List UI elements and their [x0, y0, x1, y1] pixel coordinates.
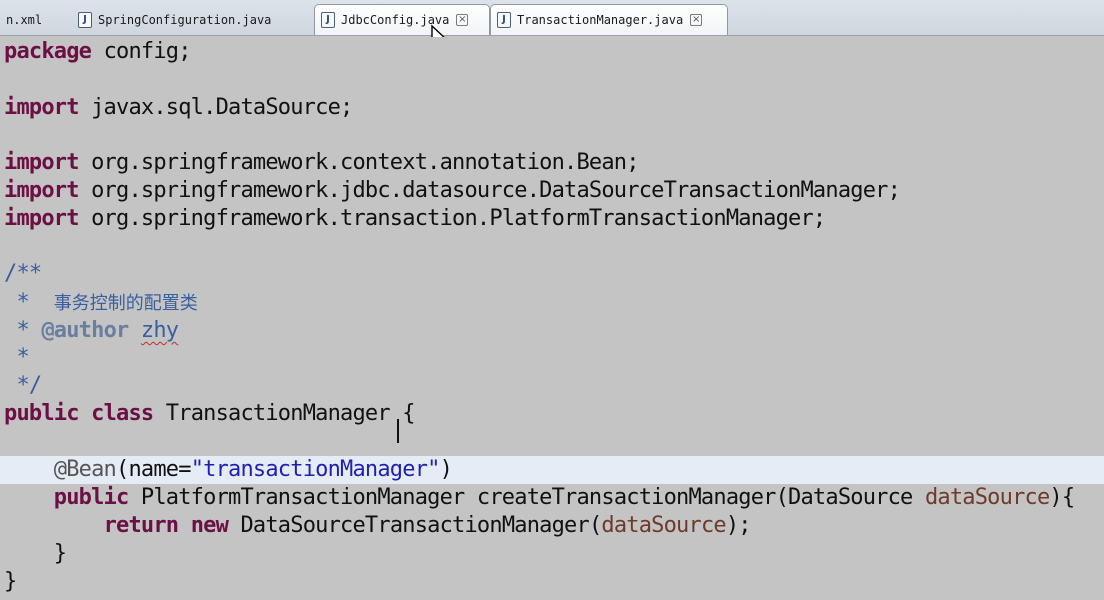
editor-tab-bar: n.xml J SpringConfiguration.java J JdbcC… — [0, 0, 1104, 51]
java-file-icon: J — [78, 11, 92, 28]
code-line-close-brace: } — [4, 569, 17, 594]
java-file-icon: J — [321, 12, 335, 28]
text-caret — [397, 419, 399, 443]
close-tab-icon[interactable]: × — [456, 14, 469, 26]
code-line-annotation: @Bean(name="transactionManager") — [53, 457, 453, 482]
code-line-import: import org.springframework.jdbc.datasour… — [4, 178, 901, 203]
tab-jdbc-config[interactable]: J JdbcConfig.java × — [314, 4, 490, 35]
code-line-import: import org.springframework.transaction.P… — [4, 206, 826, 231]
code-comment-line: */ — [4, 373, 42, 398]
java-file-icon: J — [497, 12, 511, 28]
tab-spring-configuration[interactable]: J SpringConfiguration.java — [72, 4, 316, 35]
code-comment-line: * — [4, 345, 29, 370]
tab-label: n.xml — [6, 12, 43, 27]
tab-label: TransactionManager.java — [517, 13, 684, 27]
code-comment-line: * 事务控制的配置类 — [4, 290, 198, 315]
code-line-return: return new DataSourceTransactionManager(… — [103, 513, 752, 538]
tab-label: SpringConfiguration.java — [98, 12, 272, 27]
code-line-close-brace: } — [4, 541, 67, 566]
code-line-import: import javax.sql.DataSource; — [4, 95, 353, 120]
code-line-import: import org.springframework.context.annot… — [4, 150, 640, 175]
code-line-package: package config; — [4, 39, 191, 64]
close-tab-icon[interactable]: × — [690, 14, 703, 26]
code-comment-line: /** — [4, 261, 42, 286]
code-line-method-signature: public PlatformTransactionManager create… — [53, 485, 1075, 510]
code-editor[interactable]: package config; import javax.sql.DataSou… — [0, 37, 1104, 600]
tab-xml-file[interactable]: n.xml — [0, 4, 72, 35]
code-line-class-declaration: public class TransactionManager { — [4, 401, 416, 426]
spelling-warning: zhy — [140, 318, 179, 343]
code-comment-author: * @author zhy — [4, 318, 179, 343]
tab-transaction-manager[interactable]: J TransactionManager.java × — [490, 4, 728, 35]
